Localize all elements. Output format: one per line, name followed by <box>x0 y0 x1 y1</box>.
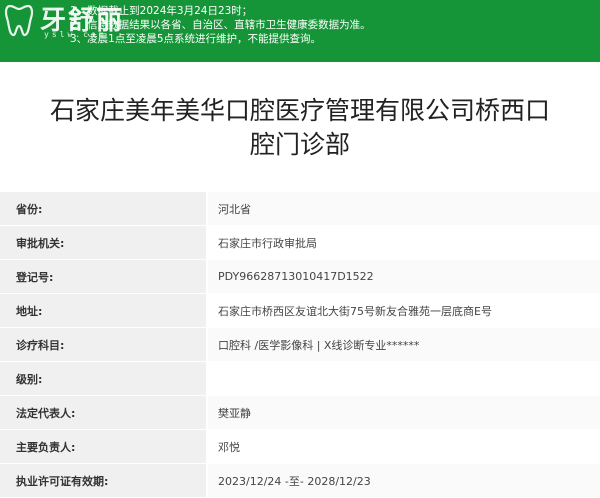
detail-row-legal-representative: 法定代表人: 樊亚静 <box>0 396 600 430</box>
detail-value: 2023/12/24 -至- 2028/12/23 <box>208 464 600 497</box>
detail-label: 审批机关: <box>0 226 208 259</box>
detail-value: 石家庄市行政审批局 <box>208 226 600 259</box>
site-logo[interactable]: 牙舒丽 yslw.com <box>4 2 134 42</box>
detail-value: 樊亚静 <box>208 396 600 429</box>
detail-row-departments: 诊疗科目: 口腔科 /医学影像科 | X线诊断专业****** <box>0 328 600 362</box>
detail-row-province: 省份: 河北省 <box>0 192 600 226</box>
notice-line-3: 3、凌晨1点至凌晨5点系统进行维护，不能提供查询。 <box>70 33 322 45</box>
detail-value: PDY96628713010417D1522 <box>208 260 600 293</box>
detail-label: 级别: <box>0 362 208 395</box>
tooth-logo-icon <box>4 4 34 37</box>
detail-row-level: 级别: <box>0 362 600 396</box>
notice-line-1: 1、数据截止到2024年3月24日23时； <box>70 5 253 17</box>
detail-row-address: 地址: 石家庄市桥西区友谊北大街75号新友合雅苑一层底商E号 <box>0 294 600 328</box>
detail-label: 诊疗科目: <box>0 328 208 361</box>
notice-line-2: 2、信息数据结果以各省、自治区、直辖市卫生健康委数据为准。 <box>70 19 371 31</box>
detail-table: 省份: 河北省 审批机关: 石家庄市行政审批局 登记号: PDY96628713… <box>0 192 600 498</box>
page-title-line-1: 石家庄美年美华口腔医疗管理有限公司桥西口 <box>49 96 550 125</box>
detail-value: 口腔科 /医学影像科 | X线诊断专业****** <box>208 328 600 361</box>
page-title-line-2: 腔门诊部 <box>249 130 350 159</box>
detail-row-license-validity: 执业许可证有效期: 2023/12/24 -至- 2028/12/23 <box>0 464 600 498</box>
logo-url: yslw.com <box>44 30 107 39</box>
detail-row-authority: 审批机关: 石家庄市行政审批局 <box>0 226 600 260</box>
detail-label: 主要负责人: <box>0 430 208 463</box>
detail-label: 地址: <box>0 294 208 327</box>
page-title: 石家庄美年美华口腔医疗管理有限公司桥西口 腔门诊部 <box>0 94 600 162</box>
detail-row-registration-number: 登记号: PDY96628713010417D1522 <box>0 260 600 294</box>
detail-row-person-in-charge: 主要负责人: 邓悦 <box>0 430 600 464</box>
detail-label: 省份: <box>0 192 208 225</box>
detail-value: 石家庄市桥西区友谊北大街75号新友合雅苑一层底商E号 <box>208 294 600 327</box>
detail-value: 邓悦 <box>208 430 600 463</box>
detail-value <box>208 362 600 395</box>
detail-value: 河北省 <box>208 192 600 225</box>
detail-label: 登记号: <box>0 260 208 293</box>
detail-label: 法定代表人: <box>0 396 208 429</box>
detail-label: 执业许可证有效期: <box>0 464 208 497</box>
